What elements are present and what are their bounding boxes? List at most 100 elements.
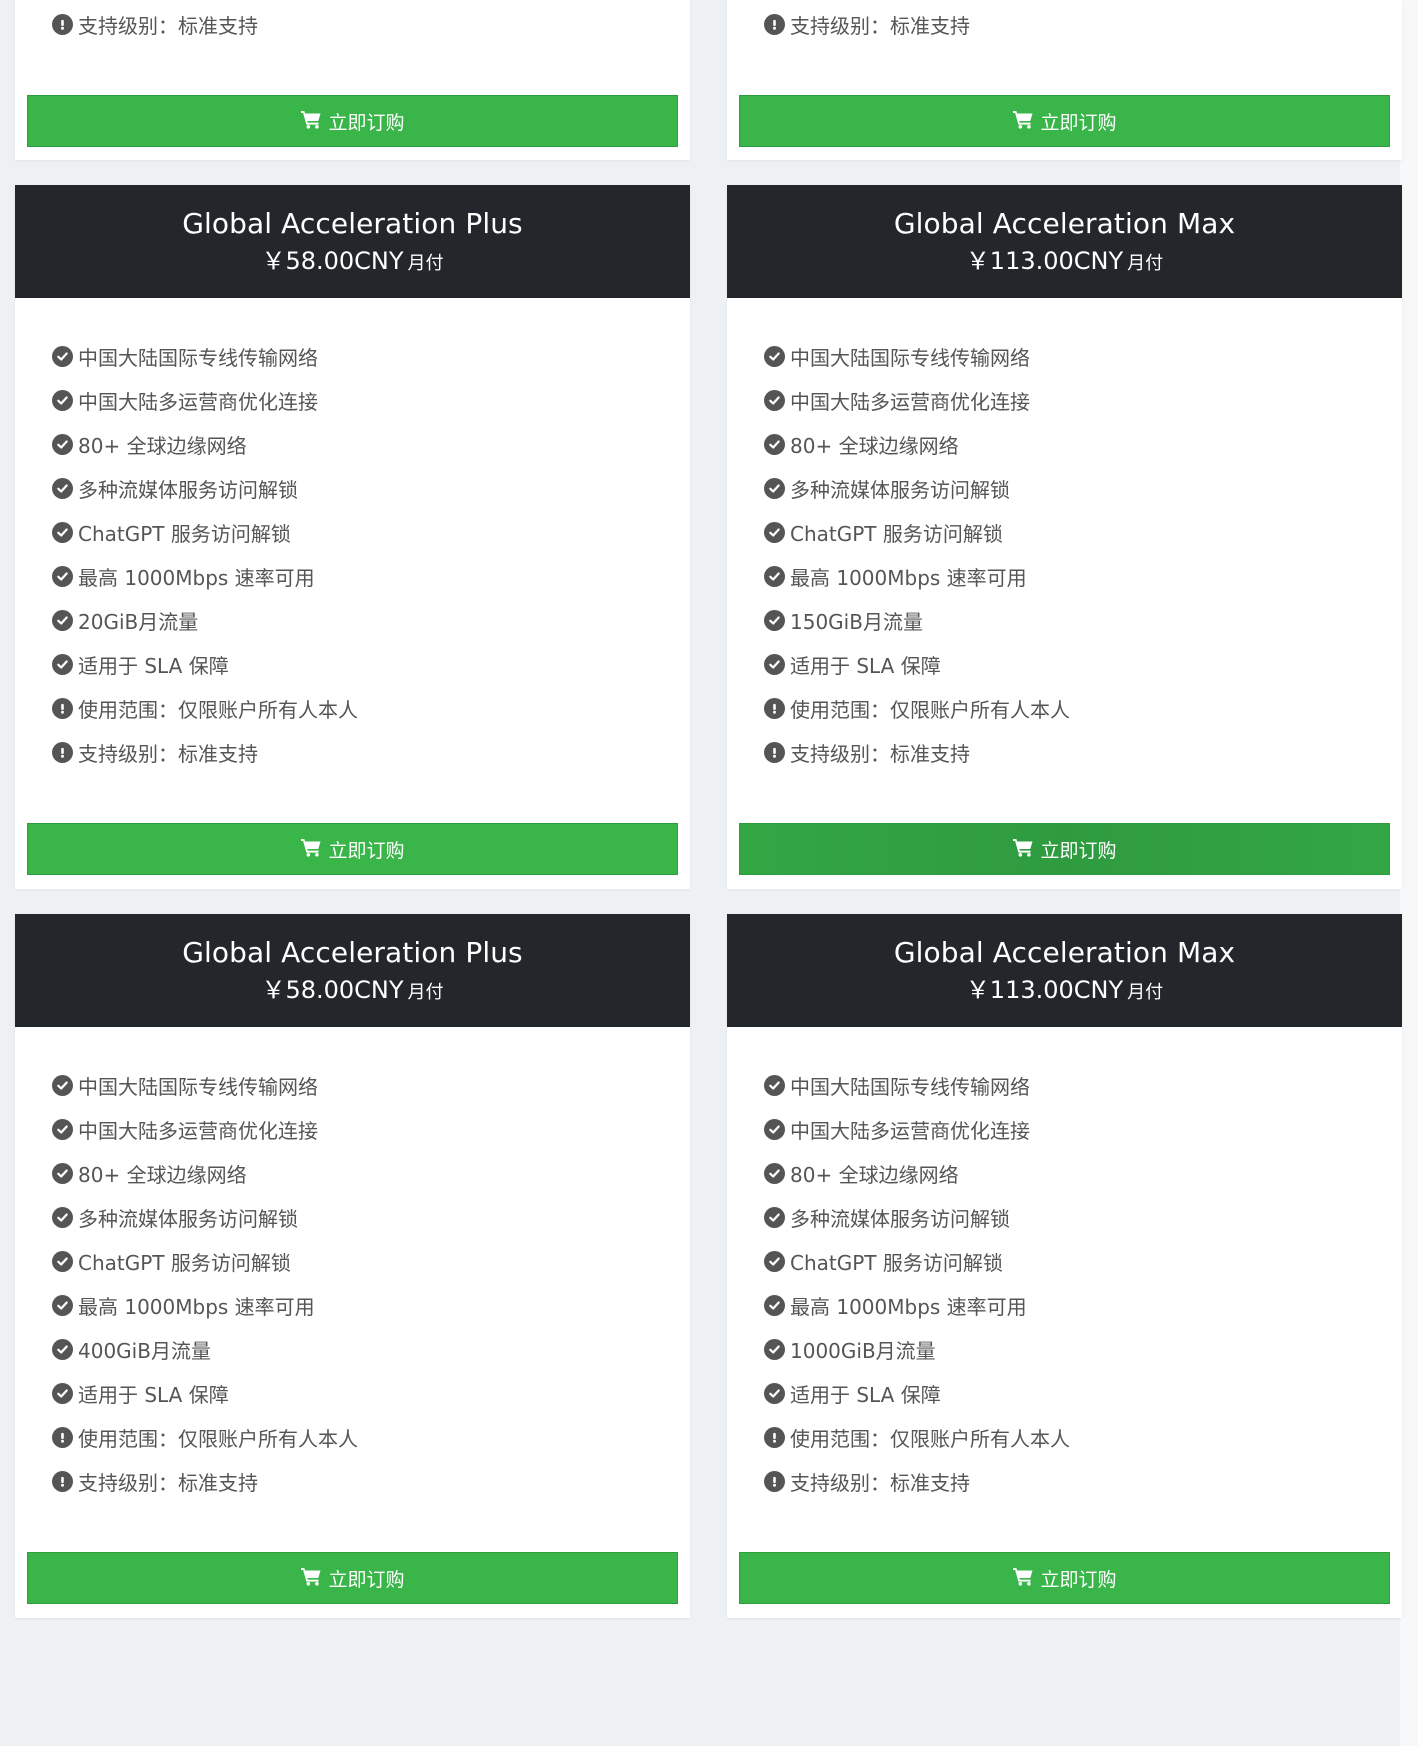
plan-header: Global Acceleration Plus ￥58.00CNY 月付 xyxy=(15,914,690,1027)
feature-item: 最高 1000Mbps 速率可用 xyxy=(52,554,690,598)
feature-text: 适用于 SLA 保障 xyxy=(790,1382,941,1407)
exclamation-circle-icon xyxy=(52,14,73,35)
feature-item: 中国大陆多运营商优化连接 xyxy=(764,1107,1402,1151)
feature-text: 使用范围：仅限账户所有人本人 xyxy=(78,1426,358,1451)
check-circle-icon xyxy=(764,1250,785,1272)
feature-item: ChatGPT 服务访问解锁 xyxy=(52,1239,690,1283)
plan-card: Global Acceleration Plus ￥58.00CNY 月付 中国大陆国… xyxy=(15,914,690,1618)
feature-item: 支持级别：标准支持 xyxy=(764,10,970,39)
feature-text: 使用范围：仅限账户所有人本人 xyxy=(790,1426,1070,1451)
feature-item: ChatGPT 服务访问解锁 xyxy=(52,510,690,554)
feature-item: 20GiB月流量 xyxy=(52,598,690,642)
check-circle-icon xyxy=(764,433,785,455)
check-circle-icon xyxy=(764,1118,785,1140)
price-amount: ￥113.00CNY xyxy=(965,976,1124,1004)
plan-price: ￥113.00CNY 月付 xyxy=(727,973,1402,1010)
feature-item: 最高 1000Mbps 速率可用 xyxy=(52,1283,690,1327)
check-circle-icon xyxy=(52,653,73,675)
feature-item: 使用范围：仅限账户所有人本人 xyxy=(764,686,1402,730)
exclamation-circle-icon xyxy=(764,14,785,35)
plan-name: Global Acceleration Plus xyxy=(182,207,523,240)
feature-text: 适用于 SLA 保障 xyxy=(78,653,229,678)
feature-list: 中国大陆国际专线传输网络 中国大陆多运营商优化连接 80+ 全球边缘网络 多种流媒体服… xyxy=(15,298,690,774)
feature-text: 支持级别：标准支持 xyxy=(790,14,970,38)
order-now-button[interactable]: 立即订购 xyxy=(739,95,1390,147)
check-circle-icon xyxy=(52,1294,73,1316)
plan-card-partial-left: 支持级别：标准支持 立即订购 xyxy=(15,0,690,160)
feature-text: 中国大陆多运营商优化连接 xyxy=(790,389,1030,414)
feature-text: 多种流媒体服务访问解锁 xyxy=(790,1206,1010,1231)
check-circle-icon xyxy=(764,389,785,411)
feature-text: 支持级别：标准支持 xyxy=(78,14,258,38)
feature-text: 支持级别：标准支持 xyxy=(78,1470,258,1495)
plan-card: Global Acceleration Max ￥113.00CNY 月付中国大陆国… xyxy=(727,185,1402,889)
exclamation-circle-icon xyxy=(764,1426,785,1448)
check-circle-icon xyxy=(52,1338,73,1360)
billing-cycle: 月付 xyxy=(407,253,444,274)
feature-text: 多种流媒体服务访问解锁 xyxy=(78,477,298,502)
check-circle-icon xyxy=(764,565,785,587)
feature-item: 中国大陆国际专线传输网络 xyxy=(52,1063,690,1107)
shopping-cart-icon xyxy=(1012,109,1040,134)
order-now-label: 立即订购 xyxy=(328,1568,405,1591)
check-circle-icon xyxy=(52,1250,73,1272)
price-amount: ￥58.00CNY xyxy=(261,976,404,1004)
exclamation-circle-icon xyxy=(52,1470,73,1492)
plan-header: Global Acceleration Max ￥113.00CNY 月付 xyxy=(727,914,1402,1027)
feature-text: 中国大陆多运营商优化连接 xyxy=(78,1118,318,1143)
check-circle-icon xyxy=(764,477,785,499)
feature-item: 最高 1000Mbps 速率可用 xyxy=(764,1283,1402,1327)
check-circle-icon xyxy=(764,345,785,367)
feature-item: 支持级别：标准支持 xyxy=(52,730,690,774)
order-now-label: 立即订购 xyxy=(328,111,405,134)
order-now-button[interactable]: 立即订购 xyxy=(27,1552,678,1604)
order-now-button[interactable]: 立即订购 xyxy=(739,823,1390,875)
check-circle-icon xyxy=(764,1338,785,1360)
feature-text: 最高 1000Mbps 速率可用 xyxy=(790,565,1027,590)
plan-price: ￥58.00CNY 月付 xyxy=(15,244,690,281)
check-circle-icon xyxy=(764,1294,785,1316)
check-circle-icon xyxy=(52,389,73,411)
feature-text: 80+ 全球边缘网络 xyxy=(790,1162,959,1187)
order-now-button[interactable]: 立即订购 xyxy=(27,95,678,147)
shopping-cart-icon xyxy=(300,837,328,862)
check-circle-icon xyxy=(764,653,785,675)
order-now-button[interactable]: 立即订购 xyxy=(27,823,678,875)
price-amount: ￥58.00CNY xyxy=(261,247,404,275)
feature-text: 20GiB月流量 xyxy=(78,609,199,634)
feature-item: 支持级别：标准支持 xyxy=(764,730,1402,774)
plan-price: ￥113.00CNY 月付 xyxy=(727,244,1402,281)
feature-item: 多种流媒体服务访问解锁 xyxy=(52,1195,690,1239)
feature-item: 中国大陆国际专线传输网络 xyxy=(764,334,1402,378)
feature-item: 多种流媒体服务访问解锁 xyxy=(52,466,690,510)
check-circle-icon xyxy=(764,521,785,543)
check-circle-icon xyxy=(764,1162,785,1184)
check-circle-icon xyxy=(52,477,73,499)
check-circle-icon xyxy=(764,1206,785,1228)
check-circle-icon xyxy=(52,345,73,367)
feature-item: 适用于 SLA 保障 xyxy=(52,642,690,686)
feature-list: 中国大陆国际专线传输网络 中国大陆多运营商优化连接 80+ 全球边缘网络 多种流媒体服… xyxy=(727,298,1402,774)
plan-card: Global Acceleration Plus ￥58.00CNY 月付中国大陆国… xyxy=(15,185,690,889)
plan-name: Global Acceleration Plus xyxy=(182,936,523,969)
order-now-label: 立即订购 xyxy=(1040,839,1117,862)
check-circle-icon xyxy=(52,1118,73,1140)
check-circle-icon xyxy=(764,1382,785,1404)
feature-list: 中国大陆国际专线传输网络中国大陆多运营商优化连接 80+ 全球边缘网络 多种流媒体服… xyxy=(15,1027,690,1503)
exclamation-circle-icon xyxy=(52,697,73,719)
billing-cycle: 月付 xyxy=(1127,253,1164,274)
order-now-button[interactable]: 立即订购 xyxy=(739,1552,1390,1604)
shopping-cart-icon xyxy=(1012,837,1040,862)
feature-item: 80+ 全球边缘网络 xyxy=(52,1151,690,1195)
page-right-edge xyxy=(1400,0,1418,1746)
feature-text: ChatGPT 服务访问解锁 xyxy=(78,1250,291,1275)
order-now-label: 立即订购 xyxy=(1040,111,1117,134)
check-circle-icon xyxy=(52,1074,73,1096)
feature-text: ChatGPT 服务访问解锁 xyxy=(790,521,1003,546)
feature-text: 最高 1000Mbps 速率可用 xyxy=(790,1294,1027,1319)
plan-header: Global Acceleration Max ￥113.00CNY 月付 xyxy=(727,185,1402,298)
shopping-cart-icon xyxy=(300,1566,328,1591)
feature-list: 中国大陆国际专线传输网络 中国大陆多运营商优化连接 80+ 全球边缘网络 多种流媒体服… xyxy=(727,1027,1402,1503)
feature-item: 使用范围：仅限账户所有人本人 xyxy=(52,1415,690,1459)
feature-text: 中国大陆国际专线传输网络 xyxy=(78,345,318,370)
